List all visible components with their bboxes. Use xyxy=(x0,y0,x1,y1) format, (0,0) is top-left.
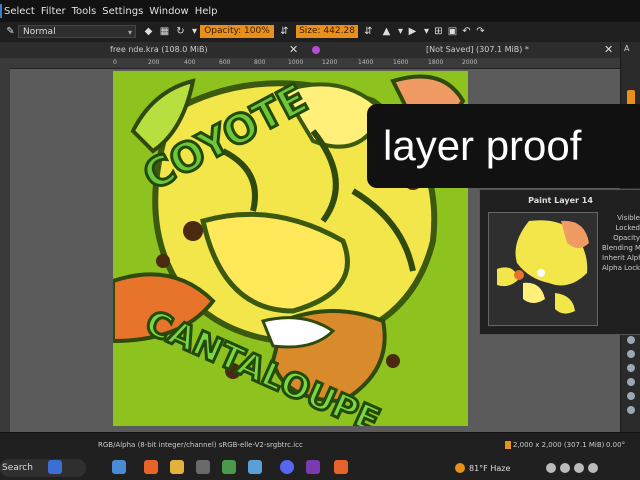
onedrive-icon[interactable] xyxy=(546,463,557,473)
brush-preset-icon[interactable]: ✎ xyxy=(4,25,17,38)
tool-options-bar: ✎ Normal ▾ ◆ ▦ ↻ ▾ Opacity: 100% ⇵ Size:… xyxy=(0,22,640,49)
menu-filter[interactable]: Filter xyxy=(41,6,66,17)
menu-settings[interactable]: Settings xyxy=(102,6,143,17)
brave-icon[interactable] xyxy=(144,460,158,474)
layer-visible-icon[interactable] xyxy=(627,406,635,414)
wifi-icon[interactable] xyxy=(560,463,571,473)
size-slider[interactable]: Size: 442.28 px xyxy=(296,25,358,49)
weather-text[interactable]: 81°F Haze xyxy=(469,464,510,473)
document-tabs: free nde.kra (108.0 MiB) ✕ [Not Saved] (… xyxy=(0,42,640,59)
layer-prop-locked: Locked xyxy=(615,224,640,232)
ruler-tick: 1200 xyxy=(322,59,338,66)
undo-icon[interactable]: ↶ xyxy=(460,25,473,38)
opacity-value: Opacity: 100% xyxy=(204,26,270,36)
battery-icon[interactable] xyxy=(588,463,599,473)
layer-visible-icon[interactable] xyxy=(627,336,635,344)
ruler-tick: 1000 xyxy=(288,59,304,66)
ruler-tick: 1400 xyxy=(358,59,374,66)
volume-icon[interactable] xyxy=(574,463,585,473)
eraser-icon[interactable]: ◆ xyxy=(142,25,155,38)
layer-prop-visible: Visible xyxy=(617,214,640,222)
brave-icon[interactable] xyxy=(334,460,348,474)
chevron-down-icon: ▾ xyxy=(127,28,132,37)
mirror-vertical-icon[interactable]: ▶ xyxy=(406,25,419,38)
system-tray: 81°F Haze xyxy=(455,456,599,480)
close-icon[interactable]: ✕ xyxy=(289,42,298,58)
document-icon xyxy=(312,46,320,54)
flow-icon[interactable]: ⇵ xyxy=(278,25,291,38)
vertical-ruler xyxy=(0,68,10,432)
blend-mode-select[interactable]: Normal ▾ xyxy=(18,25,136,38)
crop-icon[interactable]: ▣ xyxy=(446,25,459,38)
taskbar: Search 81°F Haze xyxy=(0,456,640,480)
layer-prop-alpha-locked: Alpha Locked xyxy=(602,264,640,272)
layer-visible-icon[interactable] xyxy=(627,392,635,400)
search-input[interactable]: Search xyxy=(0,459,86,477)
docker-tab-label[interactable]: A xyxy=(624,44,636,54)
color-space-info: RGB/Alpha (8-bit integer/channel) sRGB-e… xyxy=(98,441,303,449)
layer-thumbnail xyxy=(488,212,598,326)
mirror-horizontal-icon[interactable]: ▲ xyxy=(380,25,393,38)
ruler-tick: 0 xyxy=(113,59,117,66)
wrap-around-icon[interactable]: ⊞ xyxy=(432,25,445,38)
ruler-tick: 1600 xyxy=(393,59,409,66)
layer-prop-inherit-alpha: Inherit Alpha xyxy=(602,254,640,262)
horizontal-ruler: 0 200 400 600 800 1000 1200 1400 1600 18… xyxy=(0,58,620,69)
size-spinner-icon[interactable]: ⇵ xyxy=(362,25,375,38)
krita-icon[interactable] xyxy=(306,460,320,474)
sparkle-icon[interactable] xyxy=(48,460,62,474)
status-bar: RGB/Alpha (8-bit integer/channel) sRGB-e… xyxy=(0,432,640,457)
file-explorer-icon[interactable] xyxy=(170,460,184,474)
menu-window[interactable]: Window xyxy=(149,6,188,17)
reload-icon[interactable]: ↻ xyxy=(174,25,187,38)
menu-items: Select Filter Tools Settings Window Help xyxy=(4,0,218,22)
ruler-tick: 600 xyxy=(219,59,231,66)
layer-tooltip-title: Paint Layer 14 xyxy=(528,196,593,205)
ruler-tick: 400 xyxy=(184,59,196,66)
menu-bar: Select Filter Tools Settings Window Help xyxy=(0,0,640,22)
store-icon[interactable] xyxy=(196,460,210,474)
layer-prop-blending: Blending Mode xyxy=(602,244,640,252)
layer-visible-icon[interactable] xyxy=(627,378,635,386)
discord-icon[interactable] xyxy=(280,460,294,474)
tab-not-saved[interactable]: [Not Saved] (307.1 MiB) * xyxy=(426,42,529,58)
weather-icon[interactable] xyxy=(455,463,465,473)
app-icon[interactable] xyxy=(248,460,262,474)
ruler-tick: 200 xyxy=(148,59,160,66)
tab-free-nde[interactable]: free nde.kra (108.0 MiB) xyxy=(110,42,208,58)
image-size-info: 2,000 x 2,000 (307.1 MiB) xyxy=(513,441,605,449)
ruler-tick: 1800 xyxy=(428,59,444,66)
blend-mode-value: Normal xyxy=(23,27,56,37)
ruler-tick: 800 xyxy=(254,59,266,66)
status-swatch xyxy=(505,441,511,449)
minecraft-icon[interactable] xyxy=(222,460,236,474)
layer-prop-opacity: Opacity xyxy=(613,234,640,242)
redo-icon[interactable]: ↷ xyxy=(474,25,487,38)
layer-visible-icon[interactable] xyxy=(627,350,635,358)
menu-tools[interactable]: Tools xyxy=(72,6,97,17)
layer-visible-icon[interactable] xyxy=(627,364,635,372)
alpha-lock-icon[interactable]: ▦ xyxy=(158,25,171,38)
close-icon[interactable]: ✕ xyxy=(604,42,613,58)
layer-tooltip: Paint Layer 14 Visible Locked Opacity Bl… xyxy=(479,189,640,335)
overlay-caption: layer proof xyxy=(367,104,640,188)
copilot-icon[interactable] xyxy=(112,460,126,474)
ruler-tick: 2000 xyxy=(462,59,478,66)
layer-thumbnail-image xyxy=(497,220,589,314)
menu-help[interactable]: Help xyxy=(195,6,218,17)
menu-select[interactable]: Select xyxy=(4,6,35,17)
app-edge-icon xyxy=(0,4,2,18)
rotation-value[interactable]: 0.00° xyxy=(606,433,625,457)
opacity-slider[interactable]: Opacity: 100% xyxy=(200,25,274,38)
